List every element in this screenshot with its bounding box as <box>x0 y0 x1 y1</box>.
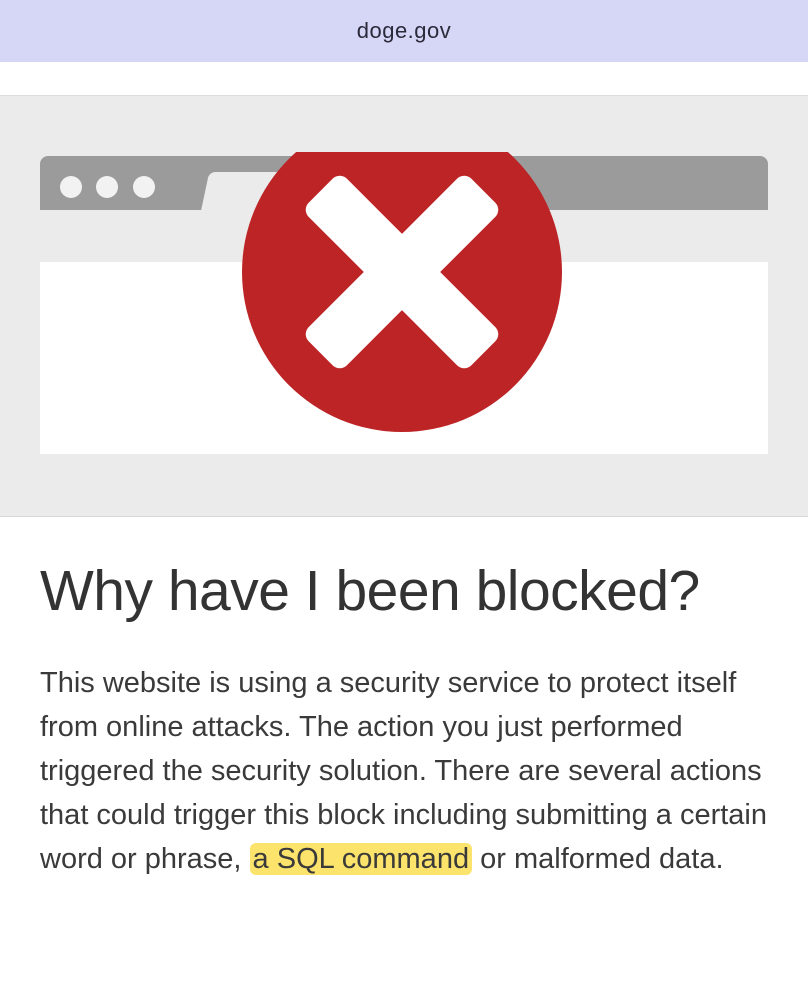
window-dot-icon <box>60 176 82 198</box>
blocked-illustration <box>0 95 808 517</box>
address-bar-domain[interactable]: doge.gov <box>357 18 452 44</box>
block-message: Why have I been blocked? This website is… <box>40 560 780 881</box>
block-explanation: This website is using a security service… <box>40 661 780 881</box>
error-x-icon <box>242 152 562 432</box>
explanation-text-end: or malformed data. <box>472 842 724 875</box>
window-dot-icon <box>96 176 118 198</box>
highlighted-text: a SQL command <box>249 842 473 875</box>
window-dot-icon <box>133 176 155 198</box>
address-bar[interactable]: doge.gov <box>0 0 808 62</box>
page-title: Why have I been blocked? <box>40 559 700 623</box>
